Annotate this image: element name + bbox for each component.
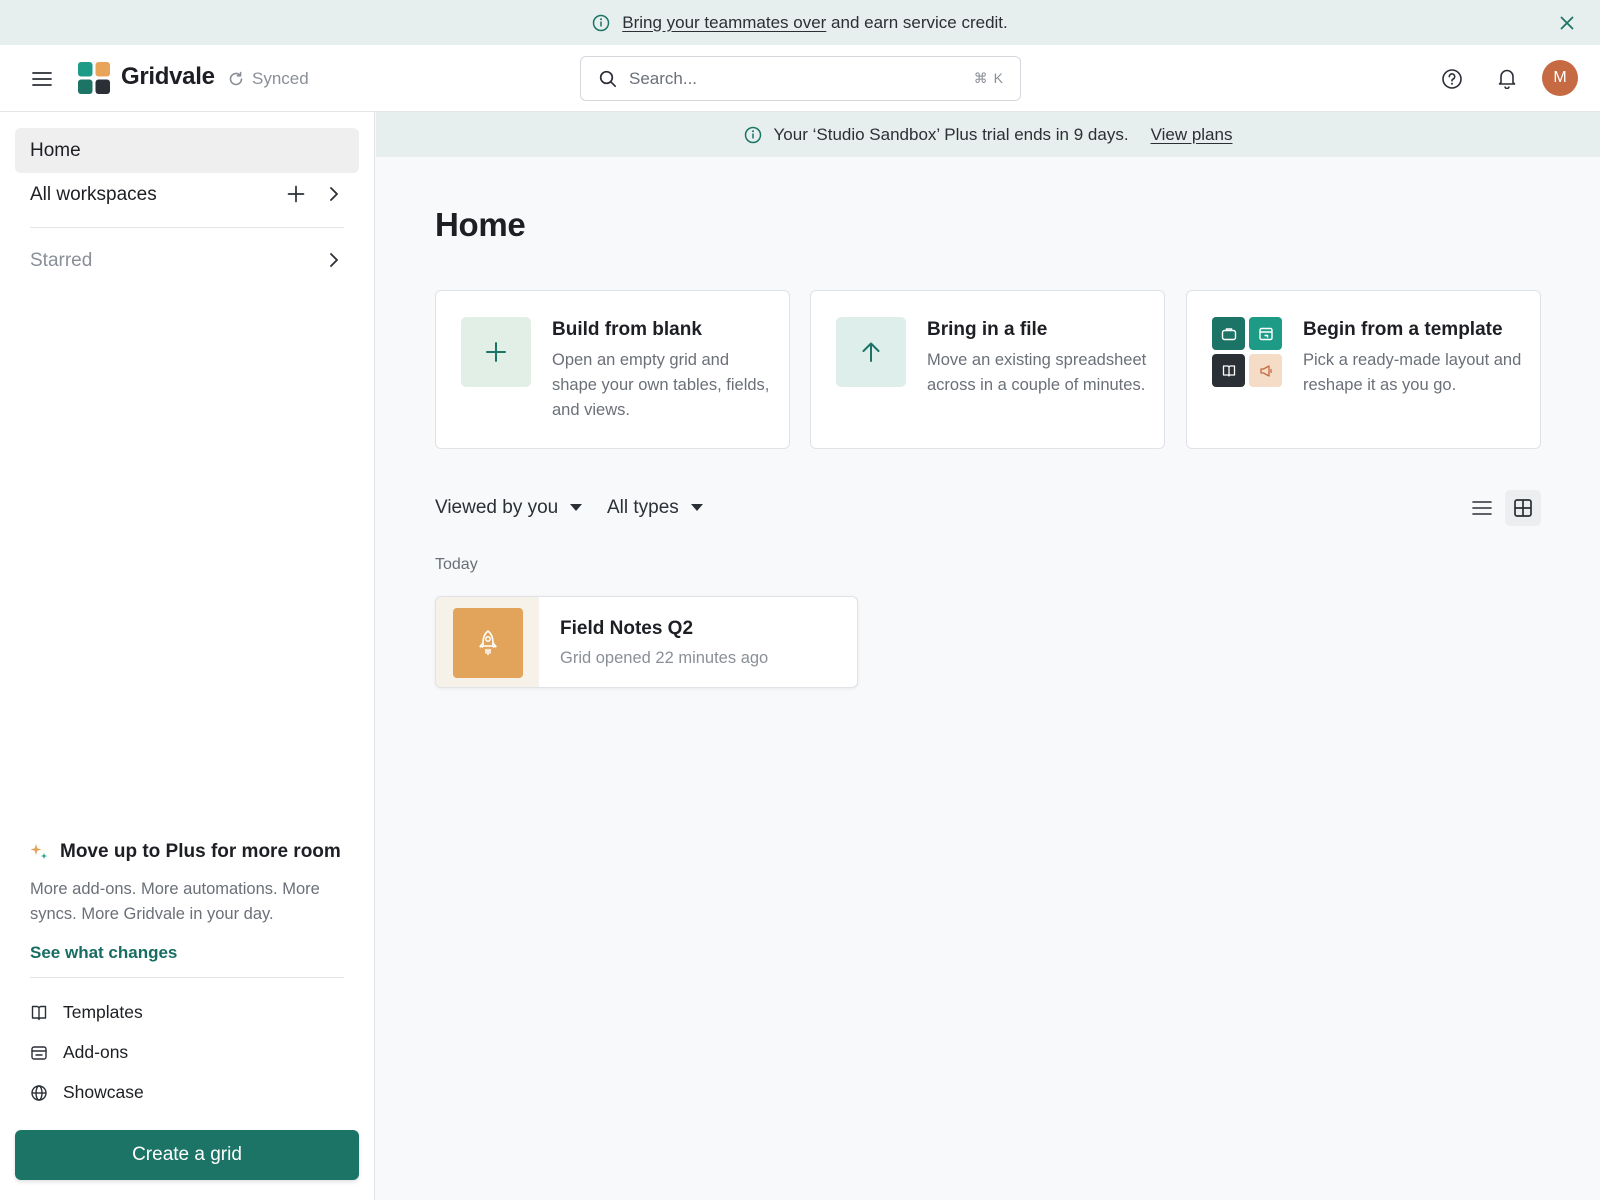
trial-text: Your ‘Studio Sandbox’ Plus trial ends in… — [773, 124, 1129, 144]
chevron-right-icon[interactable] — [323, 183, 345, 205]
template-icons — [1212, 317, 1282, 387]
search-shortcut: ⌘ K — [973, 70, 1004, 86]
card-description: Pick a ready-made layout and reshape it … — [1303, 351, 1522, 394]
sidebar-item-templates[interactable]: Templates — [30, 1002, 143, 1023]
arrow-up-icon — [836, 317, 906, 387]
sidebar-item-label: All workspaces — [30, 183, 157, 205]
sidebar-item-starred[interactable]: Starred — [15, 238, 359, 283]
begin-from-template-card[interactable]: Begin from a template Pick a ready-made … — [1186, 290, 1541, 449]
promo-text: and earn service credit. — [826, 12, 1008, 32]
card-title: Bring in a file — [927, 319, 1048, 340]
sidebar-item-add-ons[interactable]: Add-ons — [30, 1042, 128, 1063]
card-description: Open an empty grid and shape your own ta… — [552, 351, 770, 419]
book-icon — [1212, 354, 1245, 387]
sidebar-item-label: Showcase — [63, 1082, 144, 1102]
upsell-body: More add-ons. More automations. More syn… — [30, 880, 320, 923]
plus-icon[interactable] — [285, 183, 307, 205]
viewed-by-filter[interactable]: Viewed by you — [435, 497, 583, 519]
create-grid-button[interactable]: Create a grid — [15, 1130, 359, 1180]
list-view-icon[interactable] — [1464, 490, 1500, 526]
trial-banner: Your ‘Studio Sandbox’ Plus trial ends in… — [376, 112, 1600, 157]
card-title: Begin from a template — [1303, 319, 1503, 340]
chevron-right-icon — [323, 249, 345, 271]
info-icon — [744, 126, 762, 144]
plus-icon — [461, 317, 531, 387]
filter-label: Viewed by you — [435, 497, 559, 518]
see-what-changes-link[interactable]: See what changes — [30, 943, 177, 963]
grid-view-icon[interactable] — [1505, 490, 1541, 526]
page-title: Home — [435, 206, 526, 243]
app-header: Gridvale Synced ⌘ K M — [0, 45, 1600, 112]
build-from-blank-card[interactable]: Build from blank Open an empty grid and … — [435, 290, 790, 449]
close-icon[interactable] — [1556, 12, 1578, 34]
sidebar-item-home[interactable]: Home — [15, 128, 359, 173]
book-icon — [30, 1004, 48, 1022]
bell-icon[interactable] — [1494, 65, 1520, 91]
sidebar: Home All workspaces Starred Move up to P… — [0, 112, 375, 1200]
search-icon — [599, 70, 617, 88]
upsell-title-text: Move up to Plus for more room — [60, 841, 341, 862]
logo-icon[interactable] — [78, 62, 110, 94]
sidebar-item-label: Add-ons — [63, 1042, 129, 1062]
addons-icon — [30, 1044, 48, 1062]
section-label-today: Today — [435, 556, 478, 573]
view-plans-link[interactable]: View plans — [1151, 125, 1233, 145]
sidebar-divider — [30, 977, 344, 978]
promo-link[interactable]: Bring your teammates over — [622, 13, 826, 33]
sidebar-item-all-workspaces[interactable]: All workspaces — [15, 172, 359, 217]
megaphone-icon — [1249, 354, 1282, 387]
grid-title: Field Notes Q2 — [560, 618, 694, 639]
briefcase-icon — [1212, 317, 1245, 350]
sync-icon — [228, 71, 244, 87]
caret-down-icon — [690, 504, 703, 512]
sidebar-item-label: Templates — [63, 1002, 143, 1022]
card-description: Move an existing spreadsheet across in a… — [927, 351, 1147, 394]
help-icon[interactable] — [1439, 66, 1465, 92]
card-title: Build from blank — [552, 319, 702, 340]
grid-meta: Grid opened 22 minutes ago — [560, 649, 769, 667]
info-icon — [592, 14, 610, 32]
sidebar-item-label: Starred — [30, 249, 93, 271]
sidebar-item-showcase[interactable]: Showcase — [30, 1082, 144, 1103]
sidebar-divider — [30, 227, 344, 228]
bring-in-file-card[interactable]: Bring in a file Move an existing spreads… — [810, 290, 1165, 449]
globe-icon — [30, 1084, 48, 1102]
search-box[interactable]: ⌘ K — [580, 56, 1021, 101]
sparkle-icon — [30, 843, 48, 861]
avatar[interactable]: M — [1542, 60, 1578, 96]
brand-name: Gridvale — [121, 63, 215, 90]
type-filter[interactable]: All types — [607, 497, 703, 519]
sidebar-item-label: Home — [30, 139, 81, 161]
grid-thumbnail — [436, 597, 539, 687]
recent-grid-card[interactable]: Field Notes Q2 Grid opened 22 minutes ag… — [435, 596, 858, 688]
search-input[interactable] — [629, 68, 974, 89]
filter-label: All types — [607, 497, 679, 518]
rocket-icon — [453, 608, 523, 678]
hamburger-icon[interactable] — [28, 65, 56, 93]
sync-label: Synced — [252, 69, 309, 88]
upsell-title: Move up to Plus for more room — [30, 841, 341, 863]
promo-banner: Bring your teammates over and earn servi… — [0, 0, 1600, 45]
sync-status: Synced — [228, 69, 309, 89]
caret-down-icon — [570, 504, 583, 512]
calendar-icon — [1249, 317, 1282, 350]
